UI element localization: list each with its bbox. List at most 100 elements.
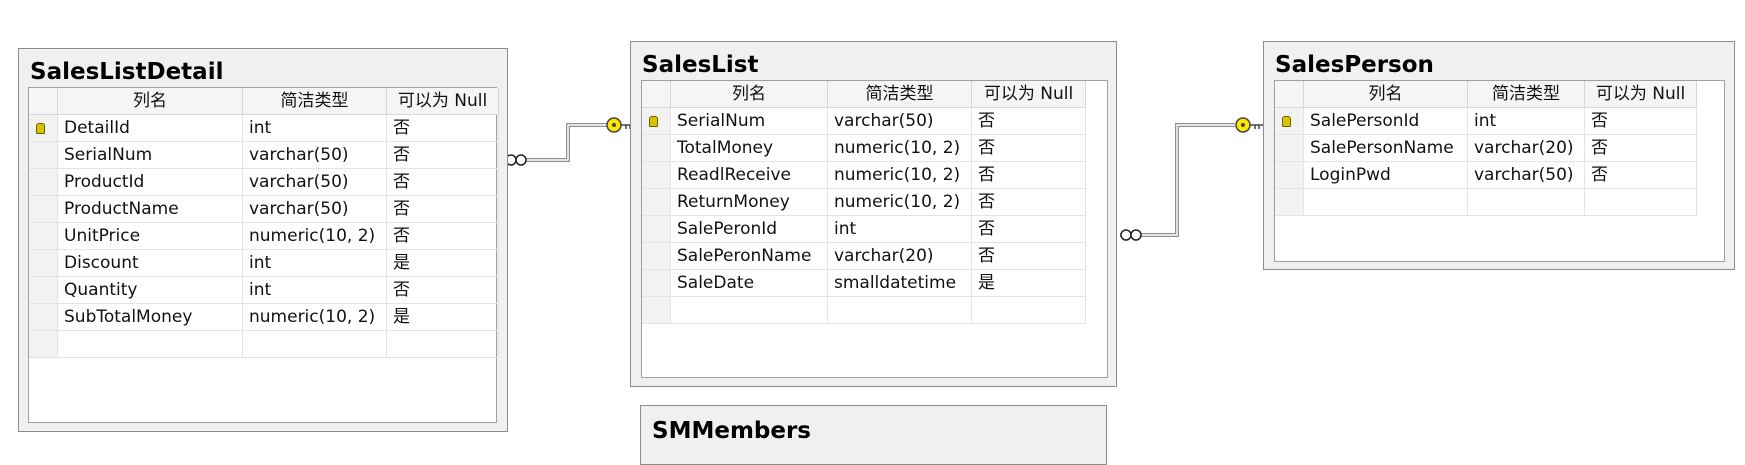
row-selector xyxy=(29,142,58,169)
table-title: SalesList xyxy=(642,52,759,78)
row-selector xyxy=(29,304,58,331)
row-selector xyxy=(642,135,671,162)
many-end-icon xyxy=(505,154,527,166)
row-selector xyxy=(29,331,58,358)
column-name-cell: ReturnMoney xyxy=(671,189,828,216)
table-title: SalesPerson xyxy=(1275,52,1434,78)
column-nullable-cell: 否 xyxy=(972,162,1086,189)
column-name-cell: TotalMoney xyxy=(671,135,828,162)
column-name-cell: Quantity xyxy=(58,277,243,304)
column-nullable-cell: 是 xyxy=(387,250,499,277)
primary-key-icon xyxy=(649,116,658,127)
column-header-nullable: 可以为 Null xyxy=(387,88,499,115)
column-header-nullable: 可以为 Null xyxy=(972,81,1086,108)
row-selector xyxy=(1275,162,1304,189)
column-name-cell: LoginPwd xyxy=(1304,162,1468,189)
column-header-name: 列名 xyxy=(1304,81,1468,108)
row-selector xyxy=(1275,135,1304,162)
column-name-cell: SerialNum xyxy=(671,108,828,135)
row-selector xyxy=(642,243,671,270)
column-type-cell: numeric(10, 2) xyxy=(828,189,972,216)
column-nullable-cell: 否 xyxy=(387,277,499,304)
row-selector xyxy=(642,270,671,297)
empty-cell xyxy=(671,297,828,324)
column-name-cell: Discount xyxy=(58,250,243,277)
column-name-cell: ProductName xyxy=(58,196,243,223)
row-selector xyxy=(642,189,671,216)
empty-cell xyxy=(58,331,243,358)
primary-key-icon xyxy=(36,123,45,134)
column-nullable-cell: 否 xyxy=(387,115,499,142)
empty-cell xyxy=(828,297,972,324)
column-nullable-cell: 否 xyxy=(1585,108,1697,135)
column-type-cell: varchar(50) xyxy=(243,142,387,169)
column-nullable-cell: 否 xyxy=(387,196,499,223)
empty-cell xyxy=(243,331,387,358)
column-type-cell: numeric(10, 2) xyxy=(828,135,972,162)
empty-cell xyxy=(1468,189,1585,216)
row-selector xyxy=(1275,189,1304,216)
column-type-cell: varchar(50) xyxy=(243,169,387,196)
column-nullable-cell: 否 xyxy=(1585,162,1697,189)
row-selector xyxy=(29,196,58,223)
row-selector xyxy=(29,115,58,142)
column-name-cell: ProductId xyxy=(58,169,243,196)
column-type-cell: int xyxy=(828,216,972,243)
column-name-cell: SubTotalMoney xyxy=(58,304,243,331)
column-nullable-cell: 是 xyxy=(972,270,1086,297)
column-name-cell: UnitPrice xyxy=(58,223,243,250)
column-type-cell: varchar(20) xyxy=(828,243,972,270)
key-end-icon xyxy=(1235,117,1263,133)
row-selector xyxy=(29,250,58,277)
column-nullable-cell: 否 xyxy=(387,223,499,250)
column-type-cell: varchar(20) xyxy=(1468,135,1585,162)
table-smmembers[interactable]: SMMembers xyxy=(640,405,1107,465)
column-name-cell: SalePeronId xyxy=(671,216,828,243)
row-selector xyxy=(642,297,671,324)
row-selector xyxy=(1275,108,1304,135)
column-name-cell: DetailId xyxy=(58,115,243,142)
column-grid: 列名 简洁类型 可以为 Null SalePersonId int 否 SalePerson… xyxy=(1274,80,1725,262)
table-salesperson[interactable]: SalesPerson 列名 简洁类型 可以为 Null SalePersonId in… xyxy=(1263,41,1735,270)
empty-cell xyxy=(1585,189,1697,216)
column-nullable-cell: 否 xyxy=(972,243,1086,270)
row-selector xyxy=(29,169,58,196)
row-selector xyxy=(642,108,671,135)
column-nullable-cell: 否 xyxy=(387,142,499,169)
row-selector-header xyxy=(1275,81,1304,108)
column-header-name: 列名 xyxy=(671,81,828,108)
row-selector-header xyxy=(642,81,671,108)
column-type-cell: numeric(10, 2) xyxy=(828,162,972,189)
column-grid: 列名 简洁类型 可以为 Null SerialNum varchar(50) 否 Total… xyxy=(641,80,1108,378)
row-selector xyxy=(642,216,671,243)
column-type-cell: varchar(50) xyxy=(828,108,972,135)
relationship-saleslist-to-salesperson[interactable] xyxy=(1120,117,1263,241)
column-grid: 列名 简洁类型 可以为 Null DetailId int 否 SerialNum varch… xyxy=(28,87,499,423)
row-selector xyxy=(29,223,58,250)
column-nullable-cell: 否 xyxy=(972,108,1086,135)
column-name-cell: SalePersonId xyxy=(1304,108,1468,135)
empty-cell xyxy=(1304,189,1468,216)
column-type-cell: int xyxy=(1468,108,1585,135)
column-header-type: 简洁类型 xyxy=(828,81,972,108)
empty-cell xyxy=(387,331,499,358)
column-name-cell: SalePeronName xyxy=(671,243,828,270)
row-selector-header xyxy=(29,88,58,115)
table-saleslist[interactable]: SalesList 列名 简洁类型 可以为 Null SerialNum varchar… xyxy=(630,41,1117,387)
column-header-type: 简洁类型 xyxy=(1468,81,1585,108)
column-name-cell: ReadlReceive xyxy=(671,162,828,189)
column-type-cell: numeric(10, 2) xyxy=(243,223,387,250)
column-name-cell: SalePersonName xyxy=(1304,135,1468,162)
table-saleslistdetail[interactable]: SalesListDetail 列名 简洁类型 可以为 Null DetailId in… xyxy=(18,48,508,432)
row-selector xyxy=(642,162,671,189)
row-selector xyxy=(29,277,58,304)
column-name-cell: SaleDate xyxy=(671,270,828,297)
column-nullable-cell: 否 xyxy=(1585,135,1697,162)
column-type-cell: int xyxy=(243,250,387,277)
column-type-cell: smalldatetime xyxy=(828,270,972,297)
column-nullable-cell: 否 xyxy=(972,135,1086,162)
column-name-cell: SerialNum xyxy=(58,142,243,169)
column-header-type: 简洁类型 xyxy=(243,88,387,115)
primary-key-icon xyxy=(1282,116,1291,127)
column-nullable-cell: 否 xyxy=(387,169,499,196)
